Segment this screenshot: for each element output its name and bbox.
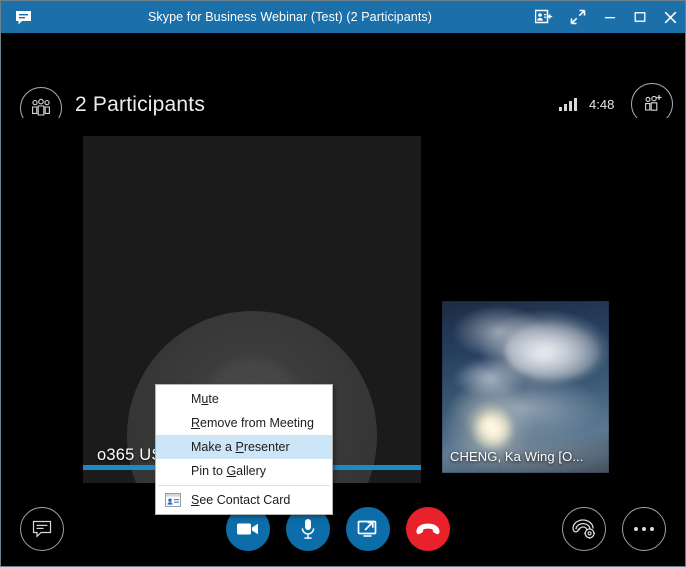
- title-bar: Skype for Business Webinar (Test) (2 Par…: [1, 1, 685, 33]
- microphone-icon: [301, 519, 315, 539]
- menu-item-pin-to-gallery[interactable]: Pin to Gallery: [156, 459, 332, 483]
- menu-item-label: Make a Presenter: [191, 440, 290, 454]
- people-group-icon: [32, 98, 50, 116]
- present-screen-icon: [357, 520, 377, 537]
- menu-item-see-contact-card[interactable]: See Contact Card: [156, 488, 332, 512]
- menu-item-label: Pin to Gallery: [191, 464, 267, 478]
- call-timer: 4:48: [589, 96, 615, 112]
- video-tile-secondary[interactable]: CHENG, Ka Wing [O...: [442, 301, 609, 473]
- app-logo: [1, 1, 45, 33]
- present-button[interactable]: [346, 507, 390, 551]
- contact-card-icon: [164, 492, 182, 508]
- minimize-button[interactable]: [595, 1, 625, 33]
- menu-item-label: Mute: [191, 392, 219, 406]
- menu-item-label: Remove from Meeting: [191, 416, 314, 430]
- video-stage: o365 US Student 01 CHENG, Ka Wing [O... …: [1, 118, 685, 515]
- menu-item-make-a-presenter[interactable]: Make a Presenter: [156, 435, 332, 459]
- minimize-icon: [605, 17, 615, 19]
- call-toolbar: [1, 493, 685, 566]
- fullscreen-button[interactable]: [561, 1, 595, 33]
- meeting-header: 2 Participants 4:48: [1, 33, 685, 129]
- menu-item-remove-from-meeting[interactable]: Remove from Meeting: [156, 411, 332, 435]
- call-controls-gear-icon: [572, 519, 596, 539]
- hangup-phone-icon: [416, 523, 440, 535]
- close-icon: [664, 11, 676, 23]
- menu-item-label: See Contact Card: [191, 493, 291, 507]
- fullscreen-expand-icon: [570, 9, 586, 25]
- more-options-button[interactable]: [622, 507, 666, 551]
- skype-meeting-window: Skype for Business Webinar (Test) (2 Par…: [0, 0, 686, 567]
- ellipsis-icon: [634, 527, 654, 531]
- add-people-icon: [645, 95, 662, 111]
- window-controls: [527, 1, 685, 33]
- maximize-icon: [634, 12, 646, 22]
- menu-separator: [158, 485, 330, 486]
- signal-bars-icon: [559, 97, 577, 111]
- video-sun-highlight: [472, 407, 517, 452]
- hangup-button[interactable]: [406, 507, 450, 551]
- menu-item-mute[interactable]: Mute: [156, 387, 332, 411]
- im-bubble-icon: [32, 520, 52, 538]
- im-bubble-icon: [15, 10, 31, 24]
- close-button[interactable]: [655, 1, 685, 33]
- page-title: 2 Participants: [75, 93, 206, 116]
- contact-card-icon: [535, 9, 553, 24]
- im-button[interactable]: [20, 507, 64, 551]
- participant-context-menu[interactable]: Mute Remove from Meeting Make a Presente…: [155, 384, 333, 515]
- participant-name-secondary: CHENG, Ka Wing [O...: [450, 449, 584, 464]
- contact-card-button[interactable]: [527, 1, 561, 33]
- call-controls-button[interactable]: [562, 507, 606, 551]
- maximize-button[interactable]: [625, 1, 655, 33]
- camera-icon: [237, 523, 258, 535]
